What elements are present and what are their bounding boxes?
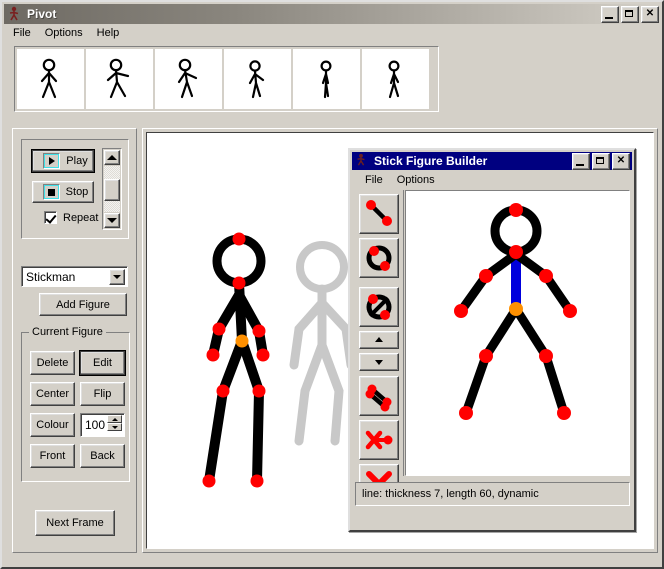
app-title: Pivot: [27, 7, 56, 21]
ghost-figure: [294, 245, 351, 441]
add-figure-button[interactable]: Add Figure: [39, 293, 127, 316]
frame-thumbnail[interactable]: [361, 48, 430, 110]
add-static-circle-tool[interactable]: [359, 287, 399, 327]
menu-item-file[interactable]: File: [6, 26, 38, 42]
builder-toolbar: [355, 190, 404, 476]
main-window-buttons: ✕: [601, 6, 659, 23]
play-button[interactable]: Play: [32, 150, 94, 172]
frame-thumbnail[interactable]: [16, 48, 85, 110]
repeat-checkbox[interactable]: [44, 211, 57, 224]
delete-segment-tool[interactable]: [359, 420, 399, 460]
builder-title: Stick Figure Builder: [374, 154, 487, 168]
builder-window-buttons: ✕: [572, 153, 630, 170]
scale-spinner[interactable]: 100: [80, 413, 125, 437]
frame-thumbnail[interactable]: [85, 48, 154, 110]
stop-square-icon: [43, 184, 60, 200]
frame-thumbnail[interactable]: [223, 48, 292, 110]
menu-item-help[interactable]: Help: [90, 26, 127, 42]
scale-value: 100: [85, 418, 105, 432]
repeat-label: Repeat: [63, 212, 98, 224]
current-figure-legend: Current Figure: [29, 326, 106, 338]
repeat-checkbox-row[interactable]: Repeat: [44, 211, 98, 224]
pivot-main-window: Pivot ✕ File Options Help: [0, 0, 664, 569]
frame-thumbnail[interactable]: [154, 48, 223, 110]
current-figure-group: Current Figure Delete Edit Center Flip C…: [21, 332, 130, 482]
scroll-down-button[interactable]: [104, 213, 120, 228]
spinner-down-button[interactable]: [107, 423, 122, 431]
move-up-tool[interactable]: [359, 331, 399, 349]
stick-figure-builder-window: Stick Figure Builder ✕ File Options: [348, 148, 636, 532]
add-line-tool[interactable]: [359, 194, 399, 234]
frame-thumbnail[interactable]: [292, 48, 361, 110]
main-menubar: File Options Help: [6, 26, 126, 42]
maximize-button[interactable]: [621, 6, 639, 23]
left-control-panel: Play Stop Repeat Stickman Add Figure: [12, 128, 137, 553]
scrollbar-thumb[interactable]: [104, 179, 120, 201]
builder-menubar: File Options: [358, 173, 442, 187]
delete-figure-button[interactable]: Delete: [30, 351, 75, 375]
next-frame-button[interactable]: Next Frame: [35, 510, 115, 536]
move-down-tool[interactable]: [359, 353, 399, 371]
minimize-button[interactable]: [572, 153, 590, 170]
spinner-up-button[interactable]: [107, 415, 122, 423]
add-circle-tool[interactable]: [359, 238, 399, 278]
menu-item-options[interactable]: Options: [38, 26, 90, 42]
figure-select-value: Stickman: [26, 270, 75, 284]
flip-figure-button[interactable]: Flip: [80, 382, 125, 406]
spinner-buttons[interactable]: [107, 415, 122, 431]
minimize-button[interactable]: [601, 6, 619, 23]
scroll-up-button[interactable]: [104, 150, 120, 165]
builder-status-text: line: thickness 7, length 60, dynamic: [362, 488, 539, 500]
stop-button[interactable]: Stop: [32, 181, 94, 203]
playback-group: Play Stop Repeat: [21, 139, 129, 239]
frames-strip: [14, 46, 439, 112]
builder-menu-item-options[interactable]: Options: [390, 173, 442, 187]
builder-titlebar[interactable]: Stick Figure Builder ✕: [352, 152, 632, 170]
chevron-down-icon[interactable]: [109, 269, 125, 285]
builder-status-bar: line: thickness 7, length 60, dynamic: [355, 482, 630, 506]
front-button[interactable]: Front: [30, 444, 75, 468]
colour-button[interactable]: Colour: [30, 413, 75, 437]
close-button[interactable]: ✕: [641, 6, 659, 23]
edit-figure-button[interactable]: Edit: [80, 351, 125, 375]
stickman-icon: [355, 153, 369, 169]
speed-scrollbar[interactable]: [102, 148, 122, 230]
back-button[interactable]: Back: [80, 444, 125, 468]
builder-canvas[interactable]: [405, 190, 630, 476]
close-button[interactable]: ✕: [612, 153, 630, 170]
center-figure-button[interactable]: Center: [30, 382, 75, 406]
stickman-icon: [7, 6, 21, 22]
main-titlebar[interactable]: Pivot ✕: [4, 4, 662, 24]
play-button-label: Play: [66, 155, 87, 167]
builder-menu-item-file[interactable]: File: [358, 173, 390, 187]
play-triangle-icon: [43, 153, 60, 169]
duplicate-tool[interactable]: [359, 376, 399, 416]
stop-button-label: Stop: [66, 186, 89, 198]
maximize-button[interactable]: [592, 153, 610, 170]
figure-select[interactable]: Stickman: [21, 266, 128, 287]
